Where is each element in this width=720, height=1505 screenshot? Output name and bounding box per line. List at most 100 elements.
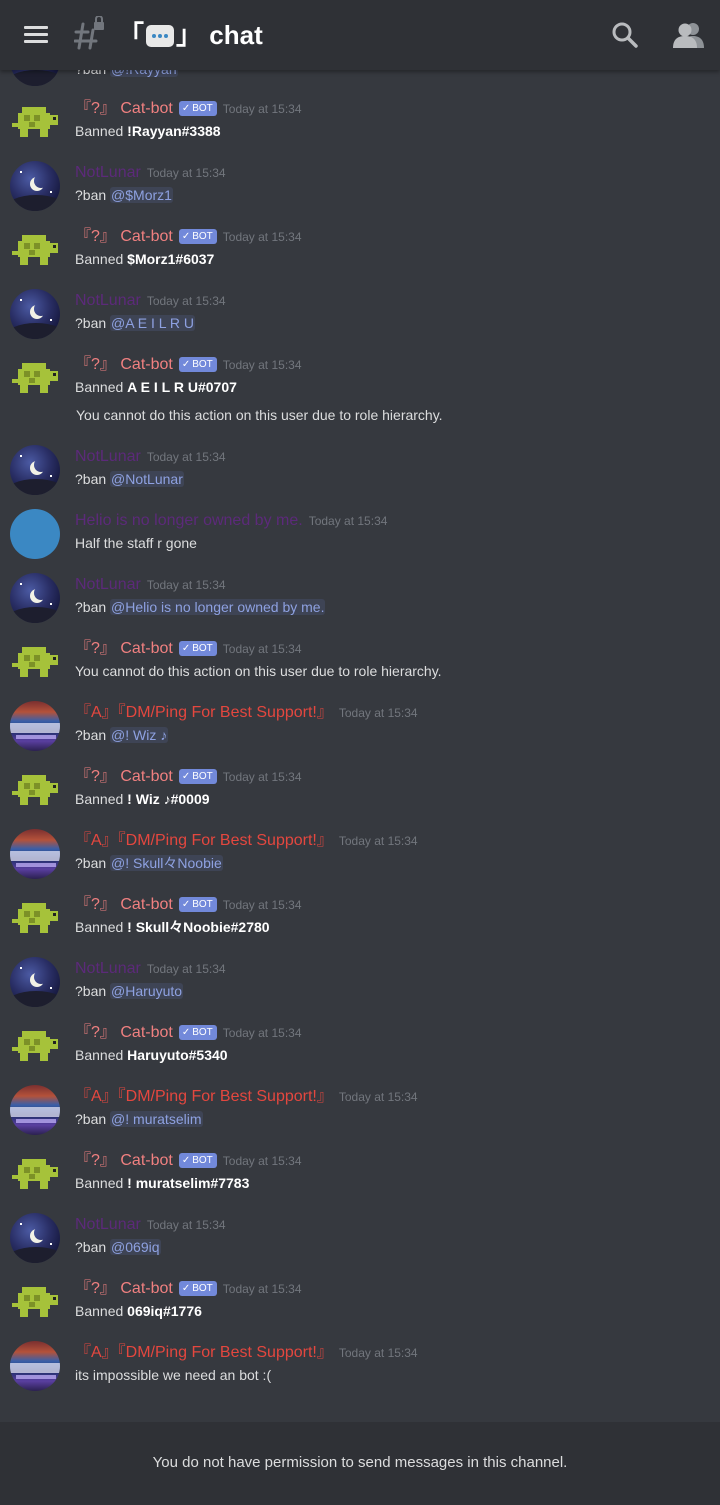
message-header: 『A』『DM/Ping For Best Support!』 Today at 1… xyxy=(75,1341,418,1365)
bot-badge: ✓ BOT xyxy=(178,769,217,784)
username[interactable]: Helio is no longer owned by me. xyxy=(75,512,303,529)
message-header: 『A』『DM/Ping For Best Support!』 Today at 1… xyxy=(75,701,418,725)
message-content: ?ban @! muratselim xyxy=(75,1111,203,1127)
username[interactable]: 『?』 Cat-bot xyxy=(75,640,173,657)
avatar[interactable] xyxy=(10,97,60,147)
avatar[interactable] xyxy=(10,701,60,751)
username[interactable]: 『?』 Cat-bot xyxy=(75,896,173,913)
avatar[interactable] xyxy=(10,829,60,879)
bot-badge: ✓ BOT xyxy=(178,101,217,116)
bot-badge: ✓ BOT xyxy=(178,1281,217,1296)
user-mention[interactable]: @! muratselim xyxy=(110,1111,203,1127)
message-content: Banned ! muratselim#7783 xyxy=(75,1175,250,1191)
message-header: 『?』 Cat-bot ✓ BOT Today at 15:34 xyxy=(75,97,302,121)
username[interactable]: 『?』 Cat-bot xyxy=(75,1280,173,1297)
timestamp: Today at 15:34 xyxy=(338,1346,418,1360)
timestamp: Today at 15:34 xyxy=(222,358,302,372)
username[interactable]: 『A』『DM/Ping For Best Support!』 xyxy=(75,1088,333,1105)
avatar[interactable] xyxy=(10,637,60,687)
turtle-icon xyxy=(12,647,58,677)
user-mention[interactable]: @A E I L R U xyxy=(110,315,195,331)
timestamp: Today at 15:34 xyxy=(338,834,418,848)
timestamp: Today at 15:34 xyxy=(222,770,302,784)
bot-badge: ✓ BOT xyxy=(178,1025,217,1040)
username[interactable]: 『A』『DM/Ping For Best Support!』 xyxy=(75,1344,333,1361)
message-content: Banned A E I L R U#0707 xyxy=(75,379,237,395)
speech-bubble-icon xyxy=(146,25,175,47)
username[interactable]: 『?』 Cat-bot xyxy=(75,356,173,373)
avatar[interactable] xyxy=(10,445,60,495)
message-content: You cannot do this action on this user d… xyxy=(75,663,442,679)
message-content: its impossible we need an bot :( xyxy=(75,1367,272,1383)
message-content: Banned ! Skull々Noobie#2780 xyxy=(75,919,270,935)
timestamp: Today at 15:34 xyxy=(222,898,302,912)
timestamp: Today at 15:34 xyxy=(146,166,226,180)
message-header: NotLunar Today at 15:34 xyxy=(75,1213,226,1237)
avatar[interactable] xyxy=(10,225,60,275)
timestamp: Today at 15:34 xyxy=(222,1282,302,1296)
message-header: NotLunar Today at 15:34 xyxy=(75,289,226,313)
avatar[interactable] xyxy=(10,353,60,403)
username[interactable]: 『A』『DM/Ping For Best Support!』 xyxy=(75,704,333,721)
username[interactable]: 『A』『DM/Ping For Best Support!』 xyxy=(75,832,333,849)
user-mention[interactable]: @Haruyuto xyxy=(110,983,184,999)
message-content: ?ban @NotLunar xyxy=(75,471,184,487)
avatar[interactable] xyxy=(10,1085,60,1135)
username[interactable]: 『?』 Cat-bot xyxy=(75,1152,173,1169)
timestamp: Today at 15:34 xyxy=(146,578,226,592)
message-header: NotLunar Today at 15:34 xyxy=(75,445,226,469)
avatar[interactable] xyxy=(10,1213,60,1263)
message-list[interactable]: ?ban @!Rayyan 『?』 Cat-bot✓BOTToday at 15… xyxy=(0,0,720,1420)
user-mention[interactable]: @069iq xyxy=(110,1239,161,1255)
username[interactable]: NotLunar xyxy=(75,448,141,465)
hamburger-menu-icon[interactable] xyxy=(22,22,50,48)
user-mention[interactable]: @! Wiz ♪ xyxy=(110,727,169,743)
bot-badge: ✓ BOT xyxy=(178,1153,217,1168)
avatar[interactable] xyxy=(10,1149,60,1199)
username[interactable]: NotLunar xyxy=(75,292,141,309)
avatar[interactable] xyxy=(10,509,60,559)
username[interactable]: NotLunar xyxy=(75,576,141,593)
message-header: Helio is no longer owned by me. Today at … xyxy=(75,509,387,533)
turtle-icon xyxy=(12,1031,58,1061)
message-header: 『?』 Cat-bot ✓ BOT Today at 15:34 xyxy=(75,1277,302,1301)
message-content: Banned 069iq#1776 xyxy=(75,1303,202,1319)
username[interactable]: NotLunar xyxy=(75,164,141,181)
message-content: ?ban @Haruyuto xyxy=(75,983,184,999)
message-header: 『?』 Cat-bot ✓ BOT Today at 15:34 xyxy=(75,1021,302,1045)
member-list-icon[interactable] xyxy=(672,20,704,50)
turtle-icon xyxy=(12,775,58,805)
avatar[interactable] xyxy=(10,573,60,623)
avatar[interactable] xyxy=(10,1341,60,1391)
message-content: ?ban @$Morz1 xyxy=(75,187,173,203)
bot-badge: ✓ BOT xyxy=(178,897,217,912)
username[interactable]: NotLunar xyxy=(75,960,141,977)
timestamp: Today at 15:34 xyxy=(222,642,302,656)
message-content: ?ban @069iq xyxy=(75,1239,161,1255)
user-mention[interactable]: @NotLunar xyxy=(110,471,184,487)
username[interactable]: 『?』 Cat-bot xyxy=(75,1024,173,1041)
search-icon[interactable] xyxy=(610,20,640,50)
timestamp: Today at 15:34 xyxy=(222,1154,302,1168)
message-header: NotLunar Today at 15:34 xyxy=(75,573,226,597)
message-content: ?ban @! Skull々Noobie xyxy=(75,855,223,871)
avatar[interactable] xyxy=(10,1277,60,1327)
username[interactable]: 『?』 Cat-bot xyxy=(75,768,173,785)
avatar[interactable] xyxy=(10,161,60,211)
message-header: 『A』『DM/Ping For Best Support!』 Today at 1… xyxy=(75,829,418,853)
avatar[interactable] xyxy=(10,893,60,943)
username[interactable]: 『?』 Cat-bot xyxy=(75,100,173,117)
avatar[interactable] xyxy=(10,957,60,1007)
user-mention[interactable]: @! Skull々Noobie xyxy=(110,855,223,871)
username[interactable]: 『?』 Cat-bot xyxy=(75,228,173,245)
avatar[interactable] xyxy=(10,1021,60,1071)
user-mention[interactable]: @Helio is no longer owned by me. xyxy=(110,599,326,615)
turtle-icon xyxy=(12,235,58,265)
username[interactable]: NotLunar xyxy=(75,1216,141,1233)
user-mention[interactable]: @$Morz1 xyxy=(110,187,173,203)
avatar[interactable] xyxy=(10,289,60,339)
bot-badge: ✓ BOT xyxy=(178,641,217,656)
avatar[interactable] xyxy=(10,765,60,815)
message-content: ?ban @Helio is no longer owned by me. xyxy=(75,599,326,615)
timestamp: Today at 15:34 xyxy=(222,102,302,116)
